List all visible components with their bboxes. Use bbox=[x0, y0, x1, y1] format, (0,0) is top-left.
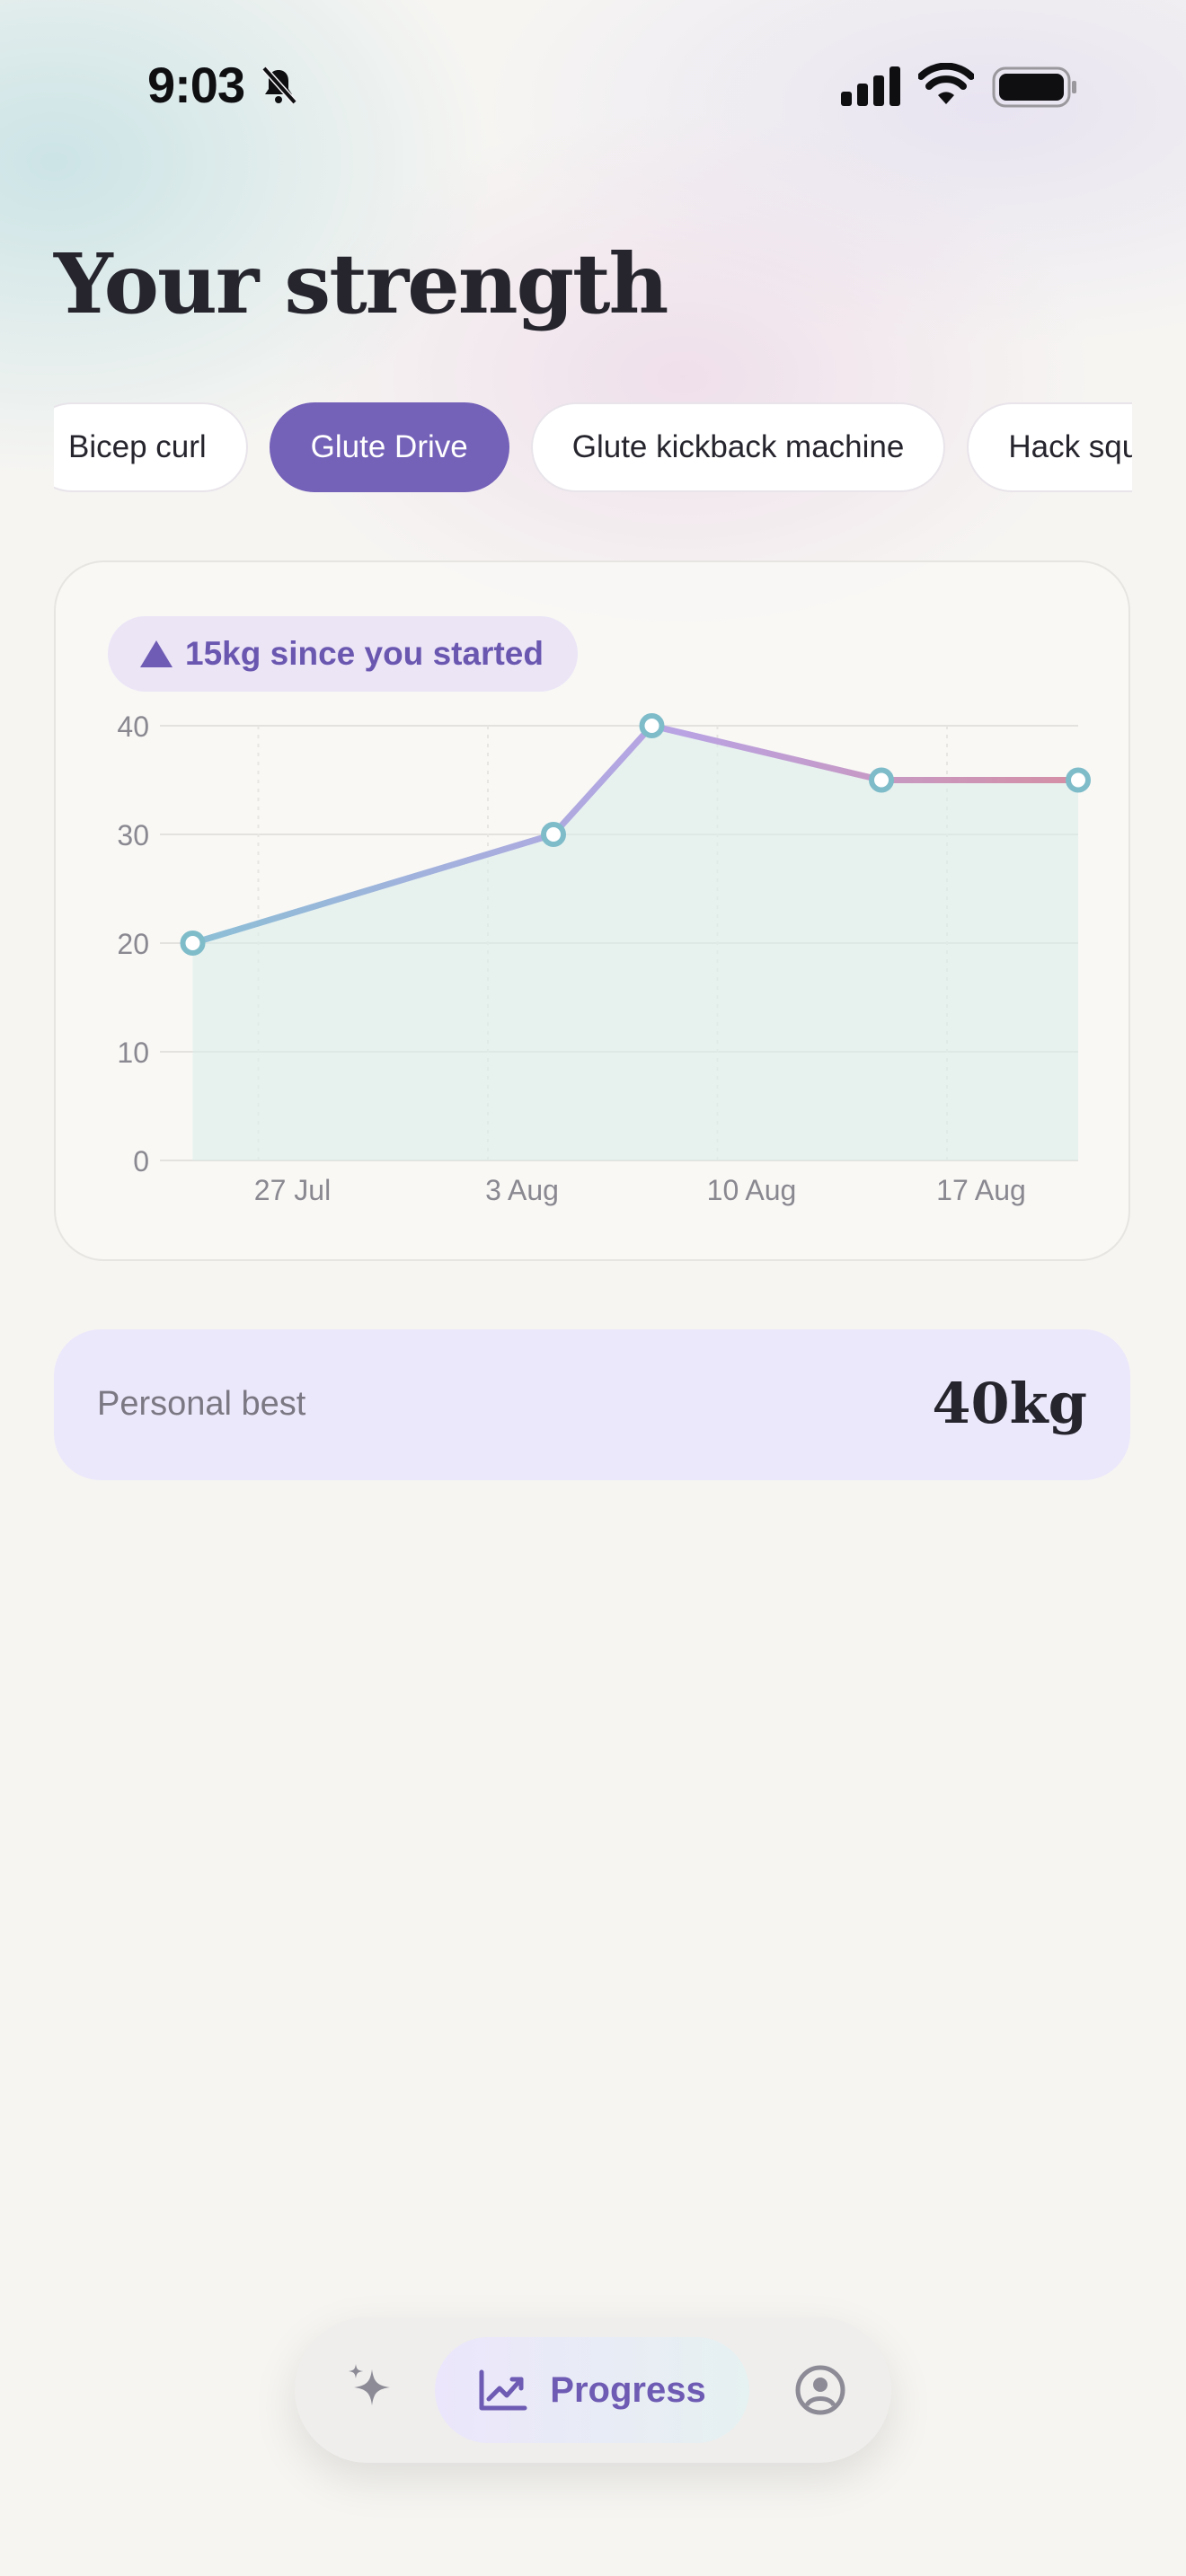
x-tick-label: 27 Jul bbox=[254, 1174, 331, 1206]
bell-muted-icon bbox=[261, 66, 297, 105]
page-title: Your strength bbox=[54, 235, 668, 332]
chip-hack-squat[interactable]: Hack squat bbox=[967, 402, 1132, 492]
data-point bbox=[1066, 767, 1091, 793]
data-point bbox=[639, 713, 665, 738]
chip-glute-kickback-machine[interactable]: Glute kickback machine bbox=[530, 402, 946, 492]
sparkle-icon[interactable] bbox=[341, 2360, 399, 2418]
data-point bbox=[541, 822, 566, 847]
y-tick-label: 10 bbox=[117, 1037, 149, 1069]
tab-progress-label: Progress bbox=[550, 2369, 706, 2410]
battery-icon bbox=[992, 66, 1076, 108]
y-tick-label: 40 bbox=[117, 710, 149, 743]
status-bar: 9:03 bbox=[0, 0, 1186, 171]
chart-area-fill bbox=[192, 726, 1078, 1160]
personal-best-value: 40kg bbox=[932, 1371, 1087, 1436]
signal-icon bbox=[841, 66, 900, 106]
triangle-up-icon bbox=[140, 640, 173, 667]
data-point bbox=[869, 767, 894, 793]
tab-bar: Progress bbox=[295, 2317, 891, 2463]
chart-up-icon bbox=[479, 2369, 527, 2411]
status-time: 9:03 bbox=[147, 57, 245, 113]
tab-progress[interactable]: Progress bbox=[435, 2337, 749, 2443]
progress-badge: 15kg since you started bbox=[108, 616, 578, 692]
chip-bicep-curl[interactable]: Bicep curl bbox=[54, 402, 248, 492]
progress-badge-text: 15kg since you started bbox=[185, 635, 544, 672]
x-tick-label: 10 Aug bbox=[707, 1174, 797, 1206]
personal-best-label: Personal best bbox=[97, 1385, 306, 1423]
strength-chart-card: 0 10 20 30 40 27 Jul 3 Aug 10 Aug 17 Aug 15kg si… bbox=[54, 560, 1130, 1261]
chip-glute-drive[interactable]: Glute Drive bbox=[269, 402, 509, 492]
personal-best-card: Personal best 40kg bbox=[54, 1329, 1130, 1480]
x-tick-label: 17 Aug bbox=[936, 1174, 1026, 1206]
profile-icon[interactable] bbox=[794, 2364, 846, 2416]
x-tick-label: 3 Aug bbox=[485, 1174, 559, 1206]
y-tick-label: 0 bbox=[133, 1145, 149, 1178]
data-point bbox=[180, 931, 206, 956]
wifi-icon bbox=[918, 63, 974, 104]
y-tick-label: 30 bbox=[117, 819, 149, 851]
exercise-selector[interactable]: Bicep curl Glute Drive Glute kickback ma… bbox=[54, 402, 1132, 496]
y-tick-label: 20 bbox=[117, 928, 149, 960]
